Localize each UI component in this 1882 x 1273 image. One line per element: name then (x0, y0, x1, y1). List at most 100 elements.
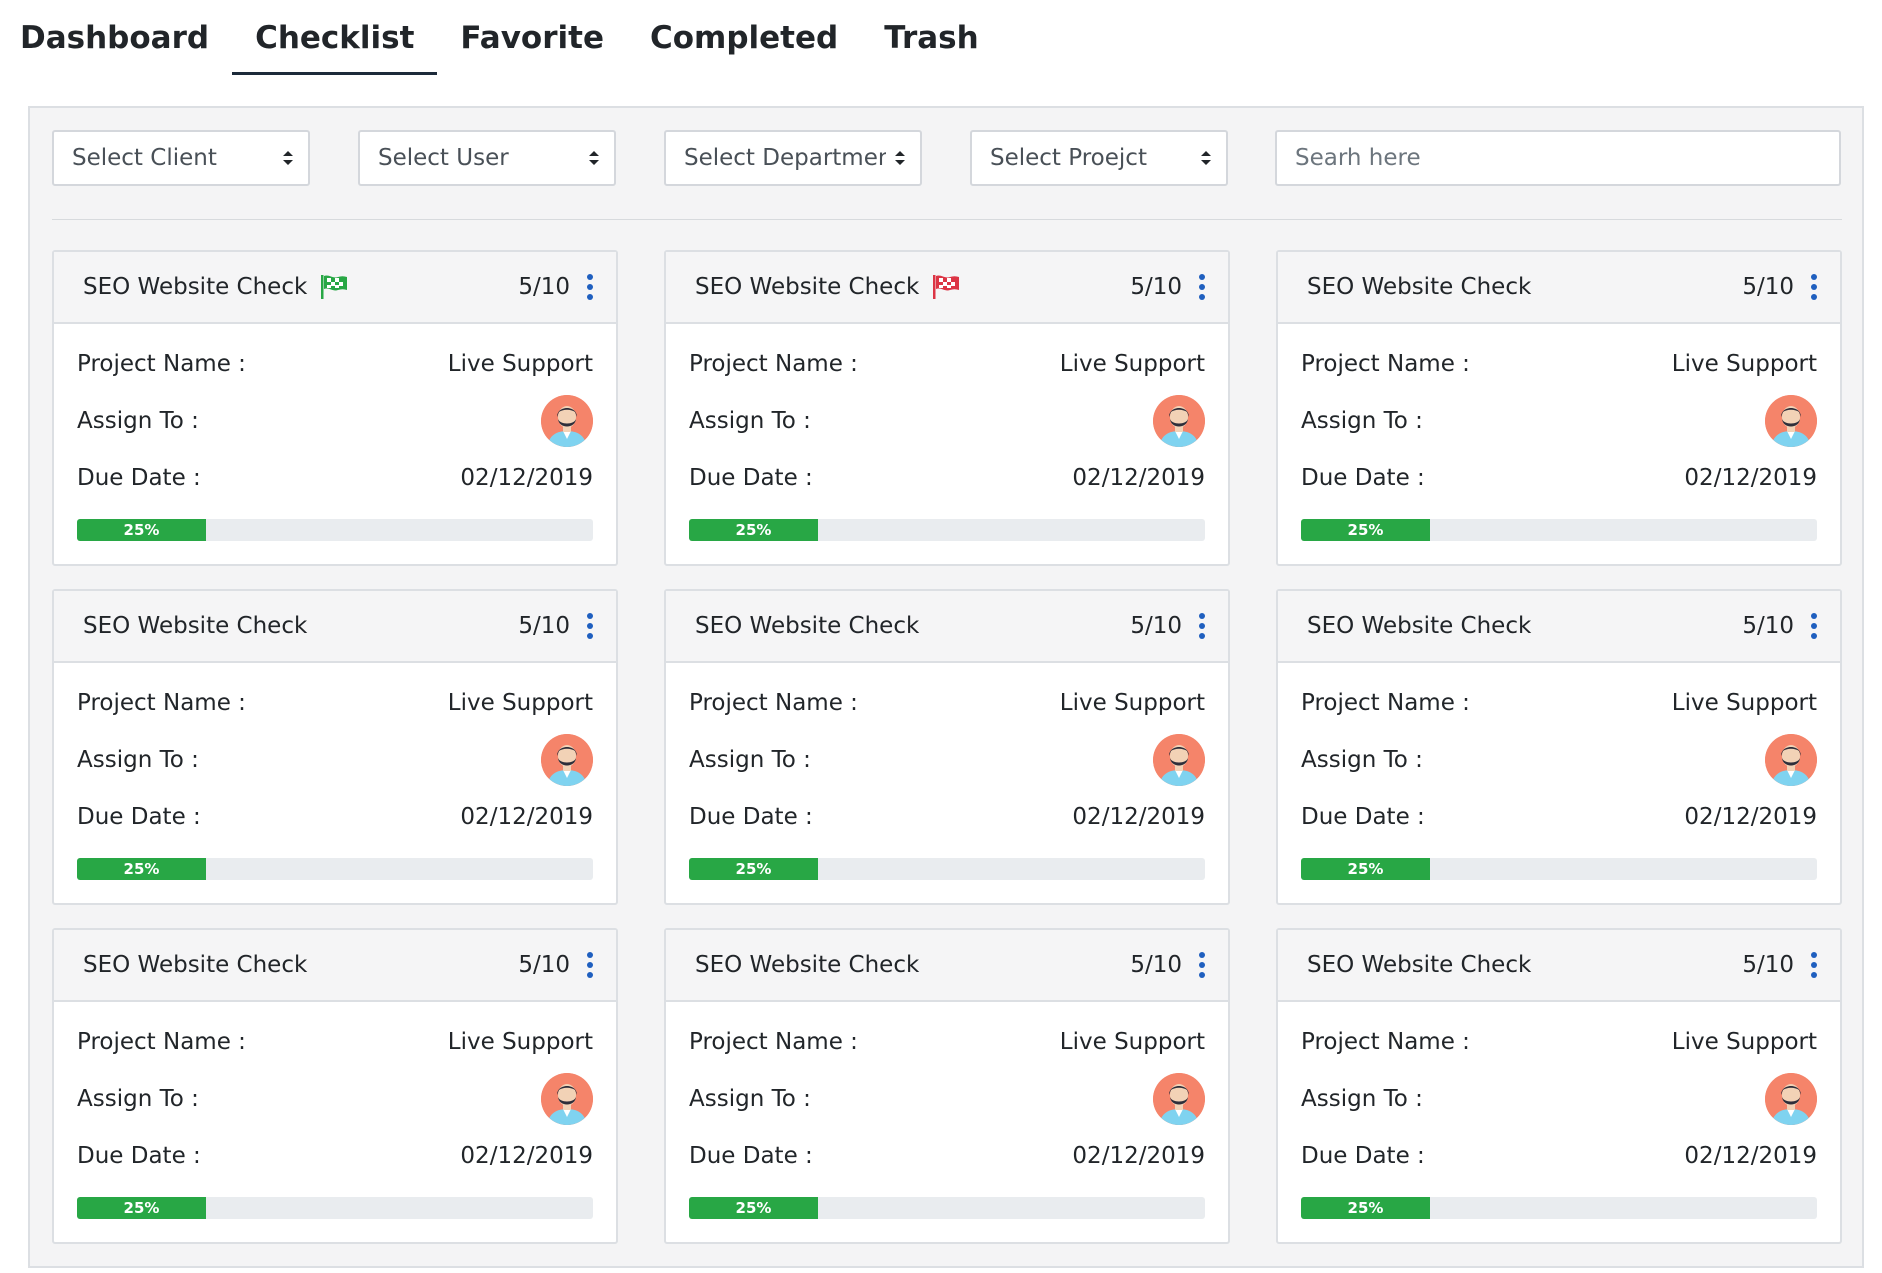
card-body: Project Name : Live Support Assign To : (666, 688, 1228, 880)
project-row: Project Name : Live Support (689, 688, 1205, 718)
project-row: Project Name : Live Support (1301, 688, 1817, 718)
project-name-label: Project Name : (1301, 351, 1470, 377)
card-title: SEO Website Check (695, 274, 920, 300)
due-date-label: Due Date : (1301, 1143, 1425, 1169)
assign-row: Assign To : (689, 395, 1205, 447)
due-date-row: Due Date : 02/12/2019 (1301, 1141, 1817, 1171)
card-header: SEO Website Check 5/10 (666, 930, 1228, 1002)
card-title: SEO Website Check (1307, 274, 1532, 300)
checklist-panel: Select Client Select User Select Departm… (28, 106, 1864, 1268)
more-options-icon[interactable] (584, 274, 596, 300)
avatar[interactable] (1765, 395, 1817, 447)
project-row: Project Name : Live Support (689, 1027, 1205, 1057)
card-title: SEO Website Check (1307, 952, 1532, 978)
checklist-card[interactable]: SEO Website Check 5/10 Project Name : Li… (52, 928, 618, 1244)
more-options-icon[interactable] (584, 613, 596, 639)
tab-bar: Dashboard Checklist Favorite Completed T… (0, 0, 1002, 76)
user-avatar-icon (1765, 734, 1817, 786)
more-options-icon[interactable] (1808, 952, 1820, 978)
select-project[interactable]: Select Proejct (970, 130, 1228, 186)
avatar[interactable] (1765, 734, 1817, 786)
progress-fill: 25% (689, 1197, 818, 1219)
project-row: Project Name : Live Support (77, 1027, 593, 1057)
progress-bar: 25% (1301, 519, 1817, 541)
due-date-label: Due Date : (77, 1143, 201, 1169)
project-name-label: Project Name : (689, 690, 858, 716)
tab-completed[interactable]: Completed (627, 0, 861, 75)
flag-icon (321, 275, 348, 299)
select-user[interactable]: Select User (358, 130, 616, 186)
checklist-card[interactable]: SEO Website Check 5/10 Project Name : Li… (664, 589, 1230, 905)
card-body: Project Name : Live Support Assign To : (54, 688, 616, 880)
select-client[interactable]: Select Client (52, 130, 310, 186)
due-date-value: 02/12/2019 (460, 804, 593, 830)
avatar[interactable] (541, 734, 593, 786)
avatar[interactable] (541, 395, 593, 447)
card-header: SEO Website Check 5/10 (54, 930, 616, 1002)
due-date-label: Due Date : (689, 465, 813, 491)
user-avatar-icon (1765, 1073, 1817, 1125)
assign-row: Assign To : (689, 734, 1205, 786)
select-department[interactable]: Select Department (664, 130, 922, 186)
checklist-card[interactable]: SEO Website Check 5/10 Project Name : Li… (1276, 589, 1842, 905)
search-input[interactable] (1275, 130, 1841, 186)
project-name-value: Live Support (1059, 351, 1205, 377)
progress-fill: 25% (77, 519, 206, 541)
checklist-card[interactable]: SEO Website Check 5/10 Project Name : Li… (664, 928, 1230, 1244)
avatar[interactable] (1153, 734, 1205, 786)
project-name-value: Live Support (1059, 690, 1205, 716)
due-date-label: Due Date : (689, 804, 813, 830)
progress-bar: 25% (689, 519, 1205, 541)
assign-to-label: Assign To : (689, 408, 811, 434)
due-date-row: Due Date : 02/12/2019 (689, 1141, 1205, 1171)
task-count: 5/10 (518, 274, 570, 300)
progress-fill: 25% (77, 1197, 206, 1219)
due-date-value: 02/12/2019 (460, 465, 593, 491)
project-row: Project Name : Live Support (689, 349, 1205, 379)
due-date-value: 02/12/2019 (1684, 804, 1817, 830)
avatar[interactable] (1153, 1073, 1205, 1125)
assign-row: Assign To : (1301, 734, 1817, 786)
checklist-card[interactable]: SEO Website Check 5/10 Project Name : Li… (664, 250, 1230, 566)
card-header: SEO Website Check 5/10 (54, 252, 616, 324)
progress-fill: 25% (1301, 519, 1430, 541)
sort-arrows-icon (1201, 151, 1211, 165)
checklist-card[interactable]: SEO Website Check 5/10 Project Name : Li… (1276, 928, 1842, 1244)
card-header: SEO Website Check 5/10 (1278, 591, 1840, 663)
sort-arrows-icon (589, 151, 599, 165)
tab-dashboard[interactable]: Dashboard (20, 0, 232, 75)
flag-icon (933, 275, 960, 299)
assign-row: Assign To : (689, 1073, 1205, 1125)
avatar[interactable] (541, 1073, 593, 1125)
tab-favorite[interactable]: Favorite (437, 0, 627, 75)
checklist-card[interactable]: SEO Website Check 5/10 Project Name : Li… (52, 589, 618, 905)
progress-bar: 25% (1301, 1197, 1817, 1219)
project-row: Project Name : Live Support (1301, 349, 1817, 379)
tab-trash[interactable]: Trash (861, 0, 1001, 75)
assign-to-label: Assign To : (77, 408, 199, 434)
more-options-icon[interactable] (1808, 613, 1820, 639)
more-options-icon[interactable] (1196, 274, 1208, 300)
filter-bar: Select Client Select User Select Departm… (52, 130, 1842, 186)
progress-fill: 25% (689, 519, 818, 541)
checklist-card[interactable]: SEO Website Check 5/10 Project Name : Li… (1276, 250, 1842, 566)
checklist-card[interactable]: SEO Website Check 5/10 Project Name : Li… (52, 250, 618, 566)
avatar[interactable] (1153, 395, 1205, 447)
project-row: Project Name : Live Support (1301, 1027, 1817, 1057)
task-count: 5/10 (518, 952, 570, 978)
assign-row: Assign To : (1301, 1073, 1817, 1125)
sort-arrows-icon (895, 151, 905, 165)
avatar[interactable] (1765, 1073, 1817, 1125)
card-header: SEO Website Check 5/10 (666, 591, 1228, 663)
more-options-icon[interactable] (1196, 952, 1208, 978)
more-options-icon[interactable] (1808, 274, 1820, 300)
project-name-value: Live Support (1671, 690, 1817, 716)
progress-fill: 25% (77, 858, 206, 880)
more-options-icon[interactable] (1196, 613, 1208, 639)
card-body: Project Name : Live Support Assign To : (1278, 1027, 1840, 1219)
user-avatar-icon (1765, 395, 1817, 447)
card-title: SEO Website Check (695, 613, 920, 639)
more-options-icon[interactable] (584, 952, 596, 978)
progress-bar: 25% (1301, 858, 1817, 880)
tab-checklist[interactable]: Checklist (232, 0, 438, 75)
